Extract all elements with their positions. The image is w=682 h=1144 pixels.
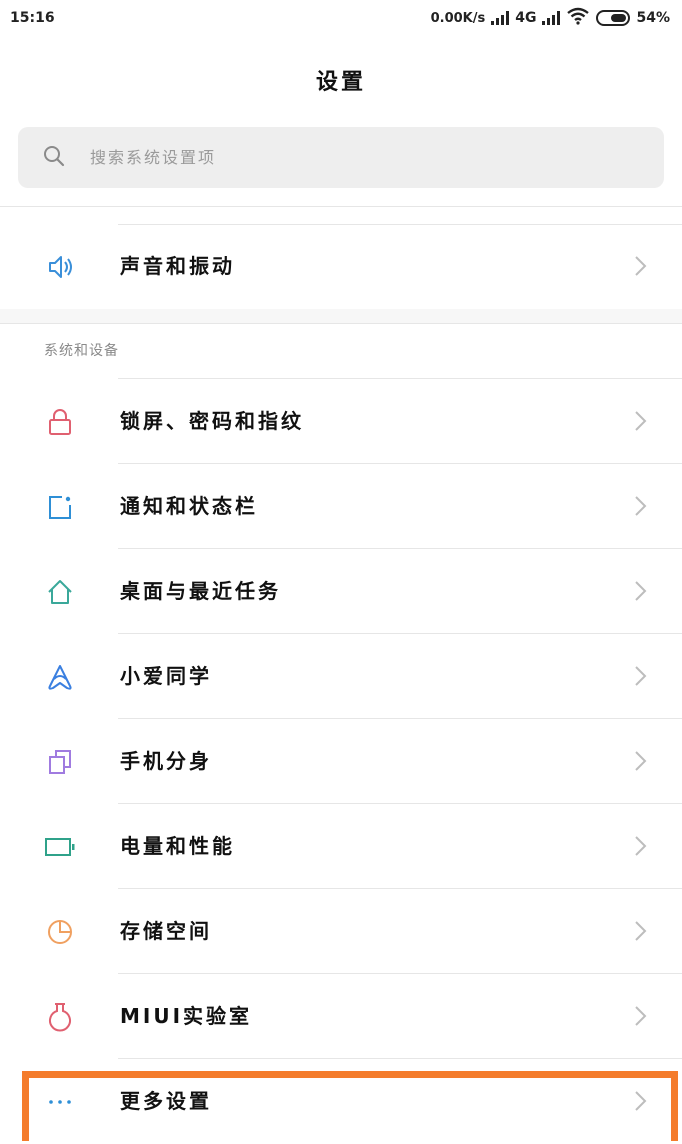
highlight-frame xyxy=(22,1071,678,1141)
chevron-right-icon xyxy=(628,254,652,278)
clone-icon xyxy=(44,746,76,778)
lock-icon xyxy=(44,406,76,438)
divider xyxy=(0,206,682,207)
settings-item-label: 桌面与最近任务 xyxy=(120,579,281,603)
chevron-right-icon xyxy=(628,494,652,518)
storage-icon xyxy=(44,916,76,948)
chevron-right-icon xyxy=(628,409,652,433)
divider xyxy=(0,323,682,324)
chevron-right-icon xyxy=(628,1004,652,1028)
chevron-right-icon xyxy=(628,834,652,858)
flask-icon xyxy=(44,1001,76,1033)
page-title: 设置 xyxy=(315,70,366,95)
signal-icon-2 xyxy=(542,11,561,25)
chevron-right-icon xyxy=(628,664,652,688)
speaker-icon xyxy=(44,251,76,283)
settings-item-battery[interactable]: 电量和性能 xyxy=(0,804,682,889)
battery-icon xyxy=(44,831,76,863)
settings-item-label: 小爱同学 xyxy=(120,664,212,688)
settings-item-second-space[interactable]: 手机分身 xyxy=(0,719,682,804)
settings-item-label: 存储空间 xyxy=(120,919,212,943)
settings-item-miui-lab[interactable]: MIUI实验室 xyxy=(0,974,682,1059)
status-time: 15:16 xyxy=(10,10,55,26)
xiaoai-icon xyxy=(44,661,76,693)
search-bar[interactable] xyxy=(18,127,664,188)
settings-item-label: 通知和状态栏 xyxy=(120,494,258,518)
settings-item-home-screen[interactable]: 桌面与最近任务 xyxy=(0,549,682,634)
settings-item-lock-screen[interactable]: 锁屏、密码和指纹 xyxy=(0,379,682,464)
search-input[interactable] xyxy=(88,147,652,168)
battery-icon xyxy=(596,10,631,26)
settings-item-storage[interactable]: 存储空间 xyxy=(0,889,682,974)
status-bar: 15:16 0.00K/s 4G 54% xyxy=(0,0,682,36)
settings-item-sound[interactable]: 声音和振动 xyxy=(0,224,682,309)
chevron-right-icon xyxy=(628,579,652,603)
chevron-right-icon xyxy=(628,919,652,943)
settings-item-label: 锁屏、密码和指纹 xyxy=(120,409,304,433)
home-icon xyxy=(44,576,76,608)
section-gap xyxy=(0,309,682,323)
settings-item-label: 电量和性能 xyxy=(120,834,235,858)
settings-item-xiaoai[interactable]: 小爱同学 xyxy=(0,634,682,719)
signal-icon xyxy=(491,11,510,25)
search-icon xyxy=(42,144,66,172)
settings-item-label: 声音和振动 xyxy=(120,254,235,278)
notification-icon xyxy=(44,491,76,523)
settings-item-notifications[interactable]: 通知和状态栏 xyxy=(0,464,682,549)
settings-item-label: MIUI实验室 xyxy=(120,1004,253,1028)
chevron-right-icon xyxy=(628,749,652,773)
status-indicators: 0.00K/s 4G 54% xyxy=(431,7,670,29)
battery-percent: 54% xyxy=(636,10,670,26)
section-header: 系统和设备 xyxy=(44,343,119,359)
wifi-icon xyxy=(566,7,590,29)
net-speed: 0.00K/s xyxy=(430,10,486,26)
settings-item-label: 手机分身 xyxy=(120,749,212,773)
network-type: 4G xyxy=(515,10,537,26)
